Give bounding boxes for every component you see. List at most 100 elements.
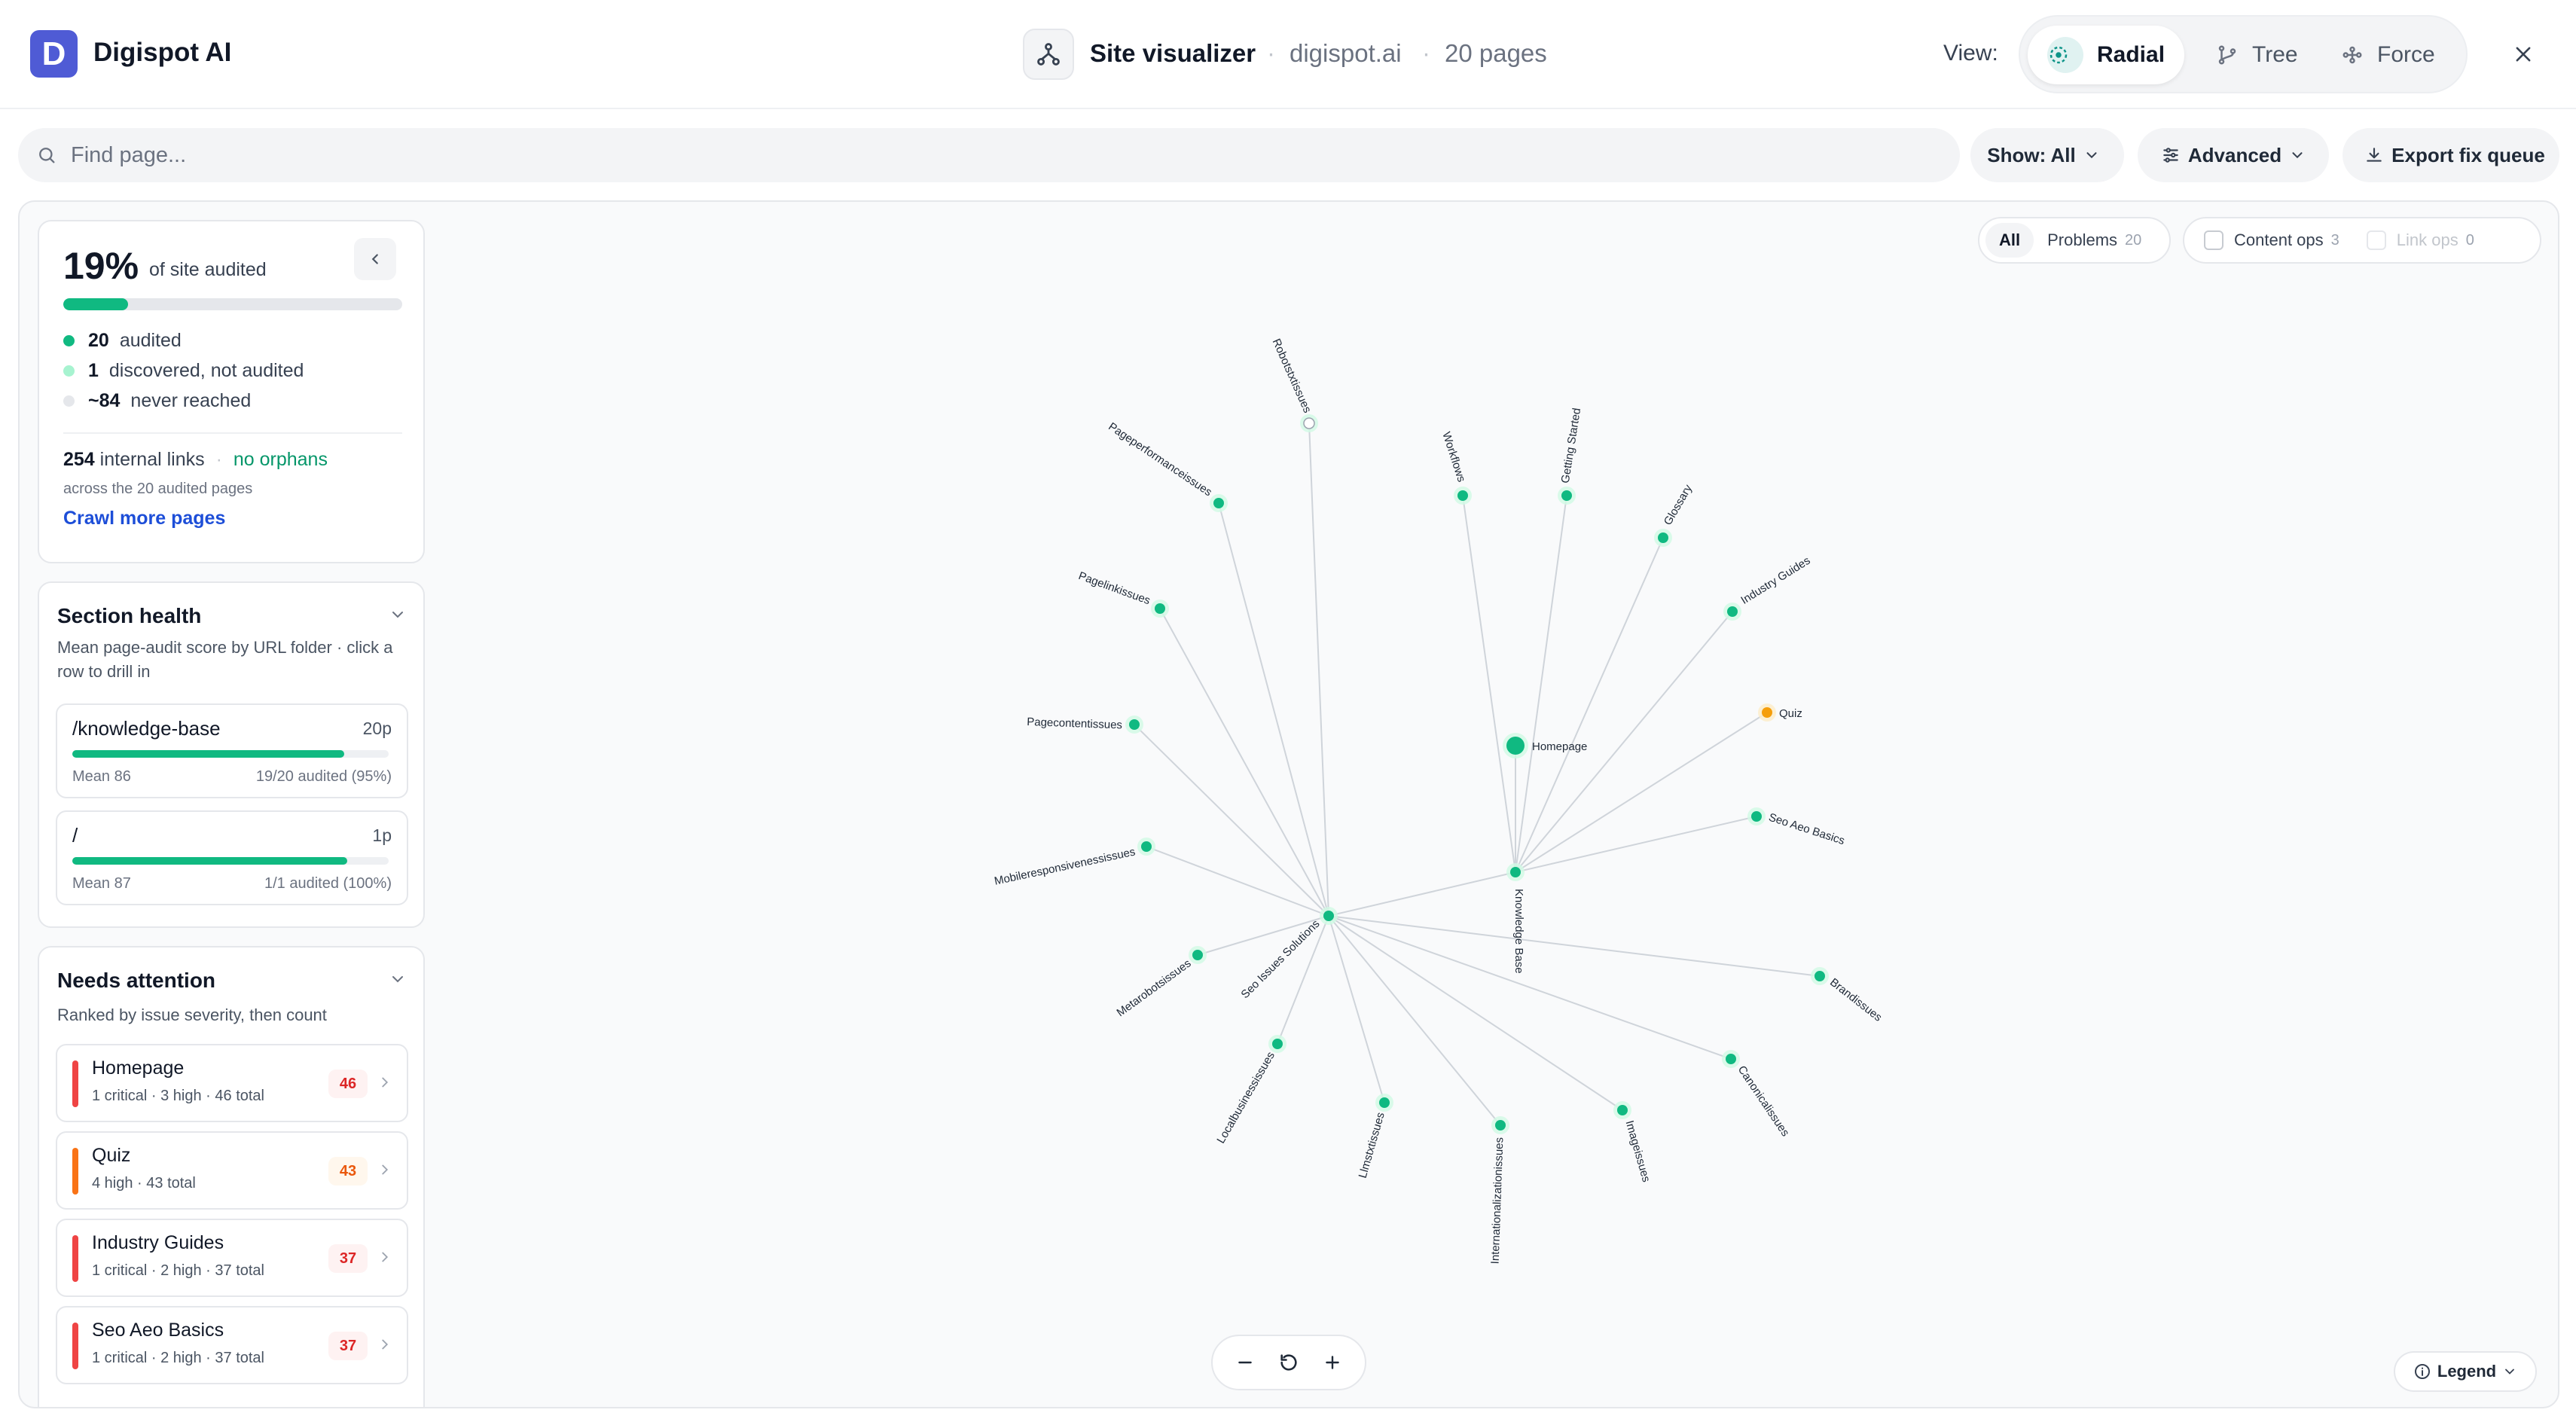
graph-node[interactable]: Quiz [1758,703,1802,722]
node-dot[interactable] [1192,950,1203,960]
node-label: Quiz [1779,707,1802,720]
advanced-button[interactable]: Advanced [2138,128,2329,182]
graph-node[interactable]: Pageperformanceissues [1106,420,1228,512]
zoom-in-button[interactable] [1314,1344,1351,1381]
graph-node[interactable]: Seo Issues Solutions [1238,907,1338,1001]
export-label: Export fix queue [2391,143,2545,166]
severity-bar [72,1060,78,1107]
section-health-title: Section health [57,604,202,627]
crawl-more-pages-link[interactable]: Crawl more pages [63,508,225,529]
node-dot[interactable] [1751,811,1762,822]
graph-node[interactable]: Mobileresponsivenessissues [993,838,1155,888]
search-input[interactable] [71,142,1879,168]
attention-item-seo-aeo-basics[interactable]: Seo Aeo Basics 1 critical · 2 high · 37 … [56,1306,408,1384]
graph-node[interactable]: Glossary [1654,482,1695,547]
node-label: Seo Aeo Basics [1767,811,1846,848]
discovered-dot [63,365,75,377]
separator-dot: · [1422,39,1430,67]
filter-problems[interactable]: Problems 20 [2034,223,2155,258]
attention-item-homepage[interactable]: Homepage 1 critical · 3 high · 46 total … [56,1044,408,1122]
graph-node[interactable]: Llmstxtissues [1357,1094,1393,1179]
graph-node[interactable]: Pagecontentissues [1027,716,1143,734]
section-row-root[interactable]: / 1p Mean 87 1/1 audited (100%) [56,810,408,905]
graph-node[interactable]: Getting Started [1558,407,1583,505]
legend-button[interactable]: Legend [2394,1351,2537,1392]
content-ops-checkbox[interactable] [2204,230,2223,250]
graph-node[interactable]: Metarobotsissues [1114,946,1207,1019]
reset-view-button[interactable] [1271,1344,1307,1381]
node-dot[interactable] [1155,603,1165,614]
needs-attention-toggle[interactable] [389,970,407,992]
attention-item-industry-guides[interactable]: Industry Guides 1 critical · 2 high · 37… [56,1219,408,1297]
graph-node[interactable]: Internationalizationissues [1489,1116,1509,1265]
graph-edge [1308,423,1329,917]
zoom-out-button[interactable] [1227,1344,1263,1381]
audit-progress-bar [63,298,402,310]
radial-icon [2047,37,2083,73]
node-label: Llmstxtissues [1357,1111,1387,1179]
node-dot[interactable] [1658,532,1668,543]
node-label: Pagelinkissues [1077,569,1152,607]
node-dot[interactable] [1617,1105,1628,1115]
graph-node[interactable]: Canonicalissues [1722,1050,1792,1139]
node-dot[interactable] [1141,841,1152,852]
filter-link-ops[interactable]: Link ops 0 [2353,223,2488,258]
graph-node[interactable]: Localbusinessissues [1214,1035,1286,1146]
section-health-toggle[interactable] [389,606,407,627]
filter-content-ops[interactable]: Content ops 3 [2190,223,2353,258]
graph-edge [1328,915,1623,1111]
severity-bar [72,1323,78,1369]
node-dot[interactable] [1379,1097,1390,1108]
show-filter-button[interactable]: Show: All [1970,128,2124,182]
node-dot[interactable] [1727,606,1738,617]
attention-item-detail: 1 critical · 2 high · 37 total [92,1350,264,1366]
graph-node[interactable]: Workflows [1439,430,1472,505]
issue-count-badge: 37 [328,1244,368,1273]
chevron-right-icon [382,1077,389,1088]
node-dot[interactable] [1213,498,1224,508]
graph-node[interactable]: Seo Aeo Basics [1747,807,1846,847]
node-dot[interactable] [1762,707,1772,718]
problem-filter-group: All Problems 20 [1978,217,2171,264]
graph-edge [1328,915,1821,977]
issue-count-badge: 43 [328,1157,368,1185]
node-dot[interactable] [1814,971,1825,981]
node-dot[interactable] [1323,911,1334,921]
attention-item-detail: 1 critical · 3 high · 46 total [92,1088,264,1104]
graph-node[interactable]: Industry Guides [1723,554,1812,621]
filter-all[interactable]: All [1985,223,2034,258]
attention-item-detail: 4 high · 43 total [92,1175,196,1192]
export-fix-queue-button[interactable]: Export fix queue [2343,128,2559,182]
view-radial-button[interactable]: Radial [2028,26,2185,84]
node-dot[interactable] [1457,490,1468,501]
collapse-panel-button[interactable] [354,238,396,280]
graph-node[interactable]: Knowledge Base [1506,863,1525,974]
audited-label: audited [119,330,182,351]
node-label: Internationalizationissues [1489,1137,1506,1265]
graph-node[interactable]: Pagelinkissues [1077,569,1169,618]
node-dot[interactable] [1506,737,1525,755]
attention-item-quiz[interactable]: Quiz 4 high · 43 total 43 [56,1131,408,1210]
issue-count-badge: 46 [328,1070,368,1098]
link-ops-checkbox[interactable] [2366,230,2386,250]
graph-edge [1159,608,1329,917]
view-tree-button[interactable]: Tree [2196,26,2318,84]
graph-node[interactable]: Brandissues [1811,967,1885,1024]
never-reached-count: ~84 [88,390,121,411]
node-dot[interactable] [1561,490,1572,501]
view-force-button[interactable]: Force [2321,26,2455,84]
node-dot[interactable] [1272,1039,1283,1049]
close-button[interactable] [2507,38,2540,71]
sliders-icon [2163,148,2178,163]
node-dot[interactable] [1510,867,1521,877]
node-dot[interactable] [1726,1054,1736,1064]
graph-node[interactable]: Imageissues [1613,1101,1653,1183]
node-label: Getting Started [1559,407,1584,484]
issue-count-badge: 37 [328,1332,368,1360]
node-label: Workflows [1439,430,1467,484]
graph-node[interactable]: Robotstxtissues [1270,337,1318,432]
node-dot[interactable] [1495,1120,1506,1131]
node-dot[interactable] [1129,719,1140,730]
section-row-knowledge-base[interactable]: /knowledge-base 20p Mean 86 19/20 audite… [56,703,408,798]
node-dot[interactable] [1303,417,1315,429]
